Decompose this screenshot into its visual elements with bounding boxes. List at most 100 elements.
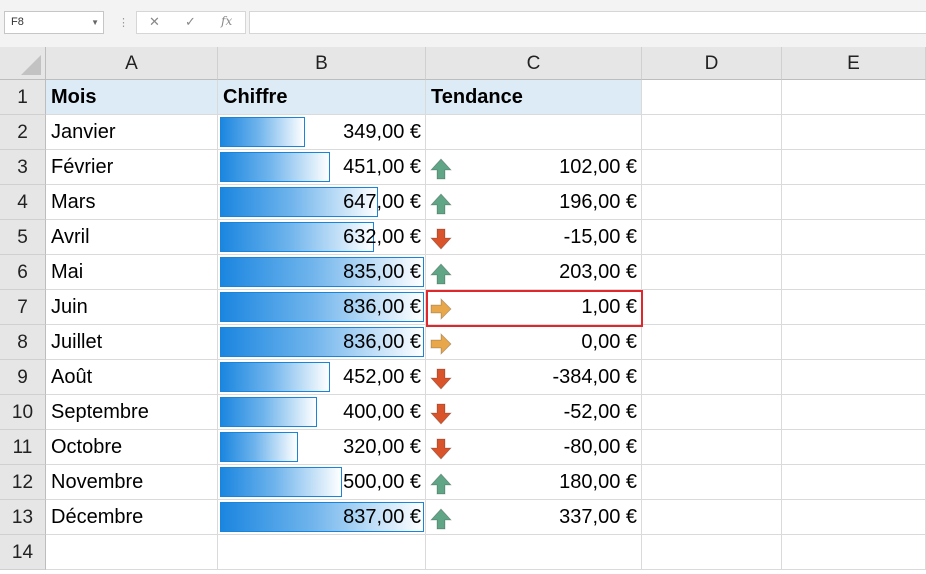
formula-input[interactable] [249, 11, 926, 34]
close-icon[interactable]: ✕ [149, 14, 160, 30]
cell-e9[interactable] [782, 360, 926, 395]
cell-d13[interactable] [642, 500, 782, 535]
cell-b1[interactable]: Chiffre [218, 80, 426, 115]
cell-a7[interactable]: Juin [46, 290, 218, 325]
row-header-12[interactable]: 12 [0, 465, 46, 500]
fx-icon[interactable]: fx [221, 14, 232, 28]
cell-d4[interactable] [642, 185, 782, 220]
row-header-6[interactable]: 6 [0, 255, 46, 290]
cell-b5[interactable]: 632,00 € [218, 220, 426, 255]
cell-d11[interactable] [642, 430, 782, 465]
column-header-b[interactable]: B [218, 47, 426, 80]
cell-c2[interactable] [426, 115, 642, 150]
row-header-11[interactable]: 11 [0, 430, 46, 465]
cell-c13[interactable]: 337,00 € [426, 500, 642, 535]
cell-b7[interactable]: 836,00 € [218, 290, 426, 325]
row-header-3[interactable]: 3 [0, 150, 46, 185]
cell-c14[interactable] [426, 535, 642, 570]
cell-d2[interactable] [642, 115, 782, 150]
row-header-1[interactable]: 1 [0, 80, 46, 115]
cell-a12[interactable]: Novembre [46, 465, 218, 500]
cell-d1[interactable] [642, 80, 782, 115]
cell-c10[interactable]: -52,00 € [426, 395, 642, 430]
cell-b10[interactable]: 400,00 € [218, 395, 426, 430]
row-header-5[interactable]: 5 [0, 220, 46, 255]
cell-a14[interactable] [46, 535, 218, 570]
row-header-7[interactable]: 7 [0, 290, 46, 325]
row-header-9[interactable]: 9 [0, 360, 46, 395]
cell-a4[interactable]: Mars [46, 185, 218, 220]
revenue-value: 400,00 € [343, 401, 421, 423]
cell-d10[interactable] [642, 395, 782, 430]
cell-d5[interactable] [642, 220, 782, 255]
cell-b3[interactable]: 451,00 € [218, 150, 426, 185]
cell-e3[interactable] [782, 150, 926, 185]
cell-e2[interactable] [782, 115, 926, 150]
cell-d7[interactable] [642, 290, 782, 325]
column-header-c[interactable]: C [426, 47, 642, 80]
month-label: Mars [51, 191, 96, 213]
select-all-corner[interactable] [0, 47, 46, 80]
cell-d6[interactable] [642, 255, 782, 290]
cell-a2[interactable]: Janvier [46, 115, 218, 150]
cell-e10[interactable] [782, 395, 926, 430]
cell-c4[interactable]: 196,00 € [426, 185, 642, 220]
cell-c6[interactable]: 203,00 € [426, 255, 642, 290]
row-header-13[interactable]: 13 [0, 500, 46, 535]
cell-e5[interactable] [782, 220, 926, 255]
cell-c7[interactable]: 1,00 € [426, 290, 642, 325]
name-box[interactable]: F8 ▼ [4, 11, 104, 34]
cell-a1[interactable]: Mois [46, 80, 218, 115]
cell-e4[interactable] [782, 185, 926, 220]
row-header-10[interactable]: 10 [0, 395, 46, 430]
cell-e14[interactable] [782, 535, 926, 570]
row-header-14[interactable]: 14 [0, 535, 46, 570]
cell-d14[interactable] [642, 535, 782, 570]
cell-a10[interactable]: Septembre [46, 395, 218, 430]
column-header-a[interactable]: A [46, 47, 218, 80]
cell-c5[interactable]: -15,00 € [426, 220, 642, 255]
cell-e1[interactable] [782, 80, 926, 115]
row-header-4[interactable]: 4 [0, 185, 46, 220]
cell-b12[interactable]: 500,00 € [218, 465, 426, 500]
cell-c1[interactable]: Tendance [426, 80, 642, 115]
cell-b13[interactable]: 837,00 € [218, 500, 426, 535]
cell-a3[interactable]: Février [46, 150, 218, 185]
check-icon[interactable]: ✓ [185, 14, 196, 30]
cell-b2[interactable]: 349,00 € [218, 115, 426, 150]
cell-b9[interactable]: 452,00 € [218, 360, 426, 395]
cell-c11[interactable]: -80,00 € [426, 430, 642, 465]
row-header-8[interactable]: 8 [0, 325, 46, 360]
cell-a8[interactable]: Juillet [46, 325, 218, 360]
cell-e13[interactable] [782, 500, 926, 535]
chevron-down-icon[interactable]: ▼ [91, 12, 99, 33]
cell-a11[interactable]: Octobre [46, 430, 218, 465]
cell-d8[interactable] [642, 325, 782, 360]
row-header-2[interactable]: 2 [0, 115, 46, 150]
column-header-d[interactable]: D [642, 47, 782, 80]
cell-b6[interactable]: 835,00 € [218, 255, 426, 290]
cell-a5[interactable]: Avril [46, 220, 218, 255]
cell-e6[interactable] [782, 255, 926, 290]
cell-b11[interactable]: 320,00 € [218, 430, 426, 465]
cell-b14[interactable] [218, 535, 426, 570]
cell-b4[interactable]: 647,00 € [218, 185, 426, 220]
cell-e11[interactable] [782, 430, 926, 465]
cell-a6[interactable]: Mai [46, 255, 218, 290]
cell-c8[interactable]: 0,00 € [426, 325, 642, 360]
cell-c3[interactable]: 102,00 € [426, 150, 642, 185]
cell-e8[interactable] [782, 325, 926, 360]
cell-e7[interactable] [782, 290, 926, 325]
cell-d9[interactable] [642, 360, 782, 395]
cell-b8[interactable]: 836,00 € [218, 325, 426, 360]
cell-c12[interactable]: 180,00 € [426, 465, 642, 500]
cell-a9[interactable]: Août [46, 360, 218, 395]
data-bar [220, 467, 342, 497]
column-header-e[interactable]: E [782, 47, 926, 80]
cell-d3[interactable] [642, 150, 782, 185]
cell-d12[interactable] [642, 465, 782, 500]
cell-e12[interactable] [782, 465, 926, 500]
cell-a13[interactable]: Décembre [46, 500, 218, 535]
drag-handle-icon[interactable]: ⋮ [118, 16, 129, 29]
cell-c9[interactable]: -384,00 € [426, 360, 642, 395]
